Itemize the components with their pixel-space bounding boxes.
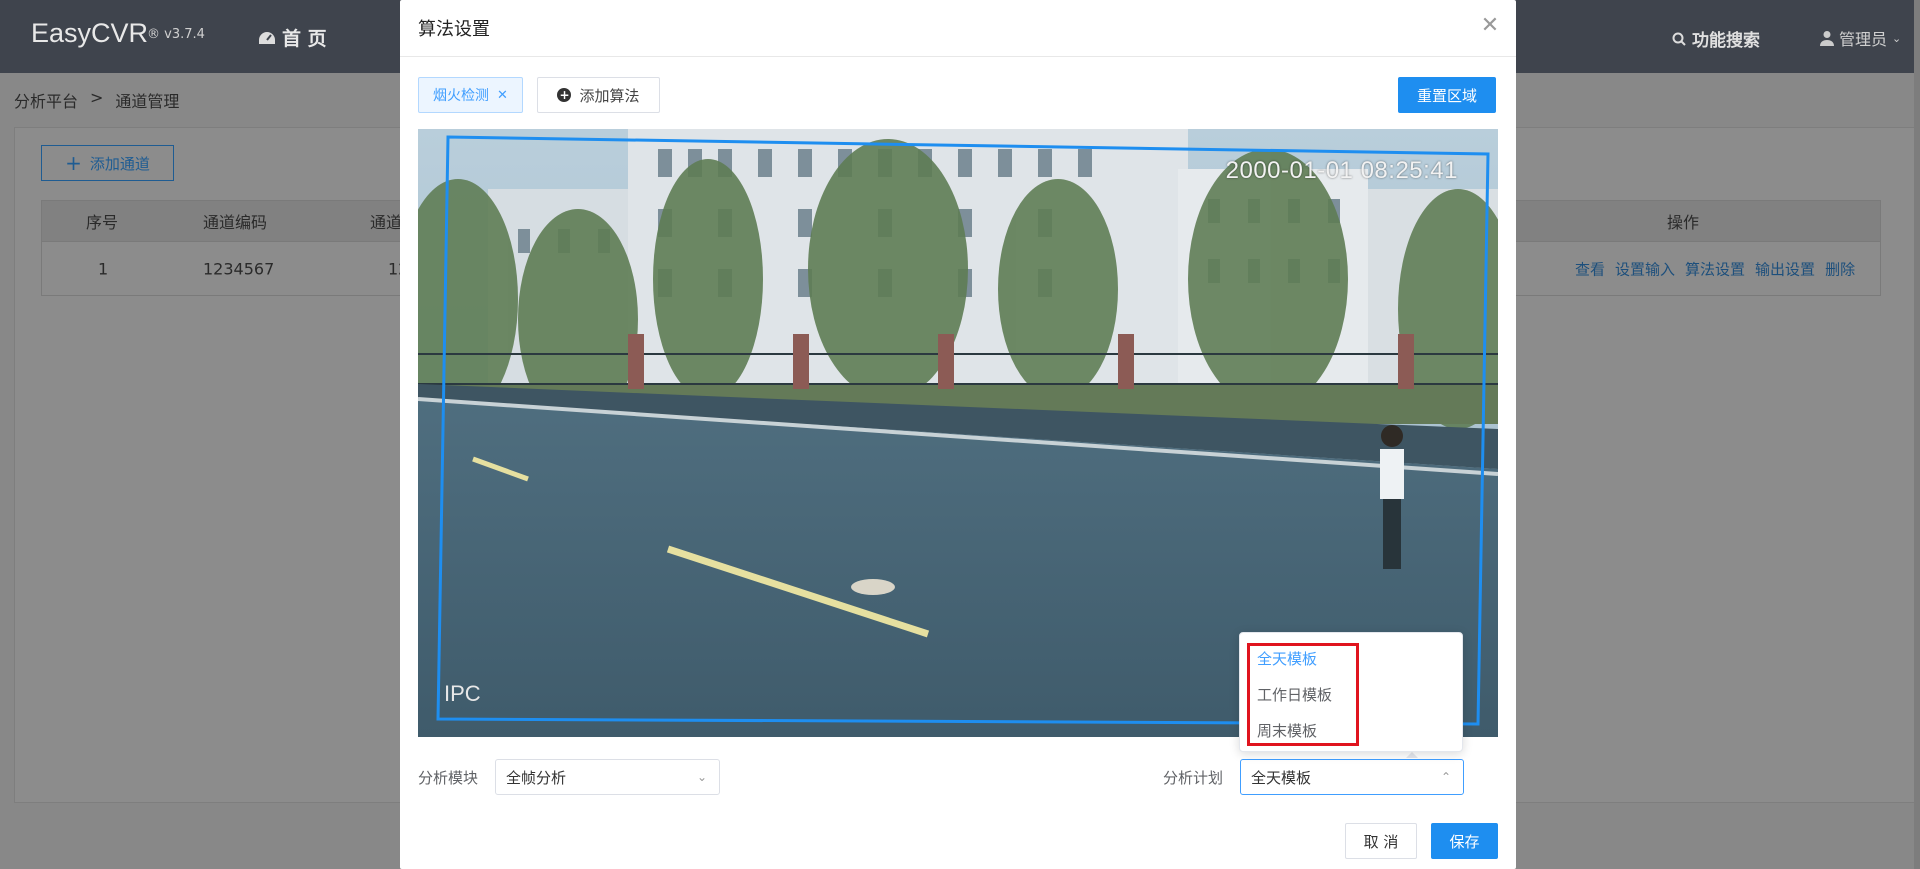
plan-option-all-day[interactable]: 全天模板 (1257, 648, 1317, 669)
add-algorithm-button[interactable]: + 添加算法 (537, 77, 660, 113)
dropdown-caret (1406, 752, 1418, 758)
close-icon[interactable]: ✕ (1478, 14, 1502, 38)
header-code: 通道编码 (203, 213, 268, 232)
dialog-title: 算法设置 (418, 19, 490, 40)
camera-label: IPC (444, 681, 481, 706)
reset-area-button[interactable]: 重置区域 (1398, 77, 1496, 113)
header-name: 通道 (370, 213, 403, 232)
header-index: 序号 (86, 213, 119, 232)
header-actions: 操作 (1667, 213, 1700, 232)
plan-option-workday[interactable]: 工作日模板 (1257, 684, 1332, 705)
user-name: 管理员 (1839, 30, 1888, 49)
action-input-settings[interactable]: 设置输入 (1615, 259, 1675, 280)
algorithm-settings-dialog: 算法设置 ✕ 烟火检测 ✕ + 添加算法 重置区域 2000-01-01 08:… (400, 0, 1516, 869)
analysis-plan-dropdown: 全天模板 工作日模板 周末模板 (1239, 632, 1463, 752)
action-delete[interactable]: 删除 (1825, 259, 1855, 280)
algorithm-tag[interactable]: 烟火检测 ✕ (418, 77, 523, 113)
action-view[interactable]: 查看 (1575, 259, 1605, 280)
user-menu[interactable]: 管理员 ⌄ (1820, 26, 1901, 50)
dialog-header: 算法设置 ✕ (400, 0, 1516, 57)
plan-option-weekend[interactable]: 周末模板 (1257, 720, 1317, 741)
function-search[interactable]: 功能搜索 (1672, 26, 1760, 51)
breadcrumb-separator: > (90, 88, 104, 107)
analysis-plan-value: 全天模板 (1251, 768, 1312, 787)
page-scrollbar[interactable] (1914, 0, 1920, 869)
row-code: 1234567 (203, 259, 275, 279)
chevron-down-icon: ⌄ (1892, 31, 1902, 45)
analysis-module-value: 全帧分析 (506, 768, 567, 787)
app-logo: EasyCVR (31, 18, 149, 48)
dashboard-icon (259, 31, 275, 44)
add-algorithm-label: 添加算法 (579, 86, 640, 105)
app-version: ® v3.7.4 (147, 27, 205, 42)
action-output-settings[interactable]: 输出设置 (1755, 259, 1815, 280)
breadcrumb-current: 通道管理 (115, 92, 180, 111)
analysis-plan-label: 分析计划 (1163, 769, 1224, 787)
row-actions: 查看 设置输入 算法设置 输出设置 删除 (1575, 259, 1855, 280)
nav-home[interactable]: 首 页 (258, 24, 327, 51)
breadcrumb: 分析平台 > 通道管理 (14, 88, 179, 112)
close-icon[interactable]: ✕ (497, 88, 508, 103)
add-channel-label: 添加通道 (89, 154, 150, 173)
row-index: 1 (98, 259, 109, 279)
chevron-up-icon: ⌃ (1440, 770, 1451, 784)
chevron-down-icon: ⌄ (696, 770, 707, 784)
search-icon (1672, 32, 1686, 46)
analysis-module-select[interactable]: 全帧分析 ⌄ (495, 759, 720, 795)
algorithm-tag-label: 烟火检测 (433, 88, 490, 104)
cancel-button[interactable]: 取 消 (1345, 823, 1417, 859)
video-timestamp: 2000-01-01 08:25:41 (1225, 157, 1458, 184)
function-search-label: 功能搜索 (1692, 31, 1760, 51)
nav-home-label: 首 页 (282, 28, 327, 50)
plus-circle-icon: + (557, 88, 572, 102)
user-icon (1820, 31, 1834, 46)
action-algorithm-settings[interactable]: 算法设置 (1685, 259, 1745, 280)
breadcrumb-root[interactable]: 分析平台 (14, 88, 78, 112)
plus-icon: + (65, 151, 82, 175)
analysis-plan-select[interactable]: 全天模板 ⌃ (1240, 759, 1464, 795)
save-button[interactable]: 保存 (1431, 823, 1498, 859)
add-channel-button[interactable]: + 添加通道 (41, 145, 174, 181)
analysis-module-label: 分析模块 (418, 769, 479, 787)
